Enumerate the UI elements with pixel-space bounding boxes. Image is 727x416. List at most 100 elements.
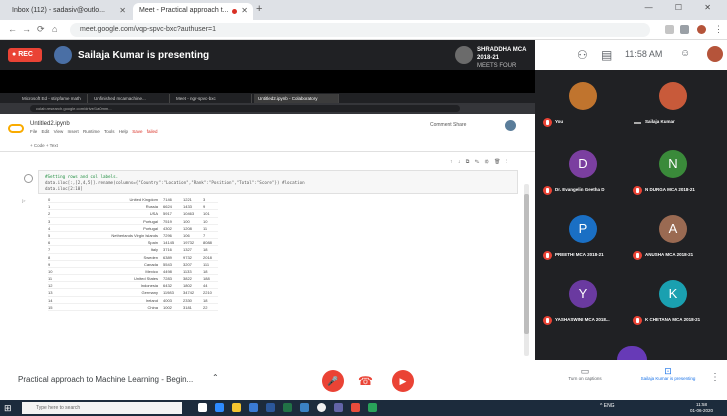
sharer-name: SHRADDHA MCA 2018-21 MEETS FOUR	[477, 46, 535, 70]
participant-tile[interactable]: P PREETHI MCA 2018-21	[538, 205, 628, 267]
participant-tile[interactable]: Sailaja Kumar	[628, 72, 718, 134]
participant-tile[interactable]: K K CHETANA MCA 2018-21	[628, 270, 718, 332]
table-cell: 9	[48, 261, 51, 267]
star-icon[interactable]	[665, 25, 674, 34]
table-cell: 18	[203, 297, 208, 303]
table-cell: 2	[48, 211, 51, 217]
menu-item: Tools	[103, 129, 115, 134]
tab-meet[interactable]: Meet - Practical approach t... ✕	[133, 3, 253, 20]
participant-tile[interactable]: A ANUSHA MCA 2018-21	[628, 205, 718, 267]
camera-off-button[interactable]: ▶	[392, 370, 414, 392]
windows-start-icon[interactable]: ⊞	[4, 403, 14, 413]
excel-icon[interactable]	[283, 403, 292, 412]
output-marker: [>	[22, 198, 26, 203]
table-row: 10 Mexico 4498 1133 18	[48, 268, 218, 276]
table-cell: 19732	[183, 240, 195, 246]
table-cell: Spain	[147, 240, 158, 246]
word-icon[interactable]	[266, 403, 275, 412]
file-explorer-icon[interactable]	[232, 403, 241, 412]
outlook-icon[interactable]	[300, 403, 309, 412]
table-cell: 1327	[183, 247, 192, 253]
participant-name: Dr. Evangelin Geetha D	[555, 187, 605, 192]
table-cell: United States	[133, 276, 158, 282]
search-placeholder: Type here to search	[36, 405, 81, 411]
chevron-up-icon[interactable]: ⌃	[212, 373, 219, 382]
profile-avatar[interactable]	[697, 25, 706, 34]
table-cell: 5543	[163, 261, 172, 267]
more-options-button[interactable]: ⋮	[710, 372, 720, 383]
task-view-icon[interactable]	[198, 403, 207, 412]
colab-user-avatar	[505, 120, 516, 131]
mic-off-button[interactable]: 🎤	[322, 370, 344, 392]
table-cell: 3	[48, 218, 51, 224]
self-avatar[interactable]	[707, 46, 723, 62]
table-cell: 10	[203, 218, 208, 224]
table-cell: 10	[48, 268, 53, 274]
participant-tile[interactable]: N N DURGA MCA 2018-21	[628, 140, 718, 202]
forward-icon[interactable]: →	[22, 24, 31, 34]
teams-icon[interactable]	[334, 403, 343, 412]
home-icon[interactable]: ⌂	[52, 24, 57, 34]
mail-icon[interactable]	[249, 403, 258, 412]
app-icon[interactable]	[368, 403, 377, 412]
table-row: 15 China 1002 3181 22	[48, 304, 218, 311]
table-cell: 7146	[163, 197, 172, 202]
notebook-title: Untitled2.ipynb	[30, 121, 70, 127]
table-cell: 6389	[163, 254, 172, 260]
account-icon[interactable]: ☺	[680, 48, 690, 59]
hang-up-button[interactable]: ☎	[358, 374, 373, 388]
chrome-icon[interactable]	[317, 403, 326, 412]
sharer-avatar	[455, 46, 473, 64]
run-cell-icon	[24, 174, 33, 183]
participant-avatar: P	[569, 215, 597, 243]
close-icon[interactable]: ✕	[119, 6, 126, 15]
table-cell: Germany	[141, 290, 158, 296]
new-tab-button[interactable]: +	[256, 3, 262, 15]
windows-taskbar: ⊞ Type here to search ^ ENG 11:58 01-06-…	[0, 400, 727, 416]
meeting-time: 11:58 AM	[625, 49, 663, 59]
menu-item: Runtime	[83, 129, 100, 134]
present-now-button[interactable]: ⊡ Sailaja Kumar is presenting	[638, 367, 698, 382]
table-cell: 111	[203, 261, 210, 267]
url-text: meet.google.com/vqp-spvc-bxc?authuser=1	[80, 26, 216, 33]
table-cell: 12	[48, 283, 53, 289]
table-row: 4 Portugal 4302 1208 11	[48, 225, 218, 232]
participant-tile[interactable]: You	[538, 72, 628, 134]
window-controls[interactable]: — ☐ ✕	[645, 3, 721, 12]
table-cell: 18	[203, 247, 208, 253]
chat-icon[interactable]: ▤	[601, 48, 612, 62]
meeting-title[interactable]: Practical approach to Machine Learning -…	[18, 375, 193, 384]
participant-tile[interactable]: D Dr. Evangelin Geetha D	[538, 140, 628, 202]
mic-off-icon	[543, 316, 552, 325]
notebook-actions: Comment Share	[430, 122, 467, 128]
tab-label: Meet - Practical approach t...	[139, 7, 229, 14]
mic-off-icon	[543, 118, 552, 127]
close-icon[interactable]: ✕	[241, 6, 248, 15]
captions-icon: ▭	[580, 366, 590, 376]
participant-avatar: K	[659, 280, 687, 308]
table-cell: 1221	[183, 197, 192, 202]
tab-inbox[interactable]: Inbox (112) - sadasiv@outlo... ✕	[6, 3, 131, 20]
captions-button[interactable]: ▭ Turn on captions	[555, 366, 615, 382]
menu-icon[interactable]: ⋮	[714, 24, 723, 35]
reload-icon[interactable]: ⟳	[37, 24, 45, 35]
back-icon[interactable]: ←	[8, 24, 17, 34]
participant-tile[interactable]: Y YASHASWINI MCA 2018...	[538, 270, 628, 332]
table-cell: 5917	[163, 211, 172, 217]
table-cell: 7296	[163, 232, 172, 238]
app-icon[interactable]	[351, 403, 360, 412]
captions-label: Turn on captions	[568, 376, 602, 381]
people-icon[interactable]: ⚇	[577, 48, 588, 62]
extension-icon[interactable]	[680, 25, 689, 34]
table-cell: Ireland	[145, 297, 158, 303]
taskbar-search[interactable]: Type here to search	[22, 402, 182, 414]
system-tray[interactable]: ^ ENG	[600, 403, 615, 409]
menu-item: Insert	[67, 129, 79, 134]
address-bar[interactable]: meet.google.com/vqp-spvc-bxc?authuser=1	[70, 23, 650, 37]
edge-icon[interactable]	[215, 403, 224, 412]
table-cell: 1	[48, 204, 51, 210]
table-cell: 0	[48, 197, 51, 202]
table-cell: 13	[48, 290, 53, 296]
table-cell: 3181	[183, 304, 192, 310]
taskbar-clock[interactable]: 11:58 01-06-2020	[690, 402, 713, 414]
